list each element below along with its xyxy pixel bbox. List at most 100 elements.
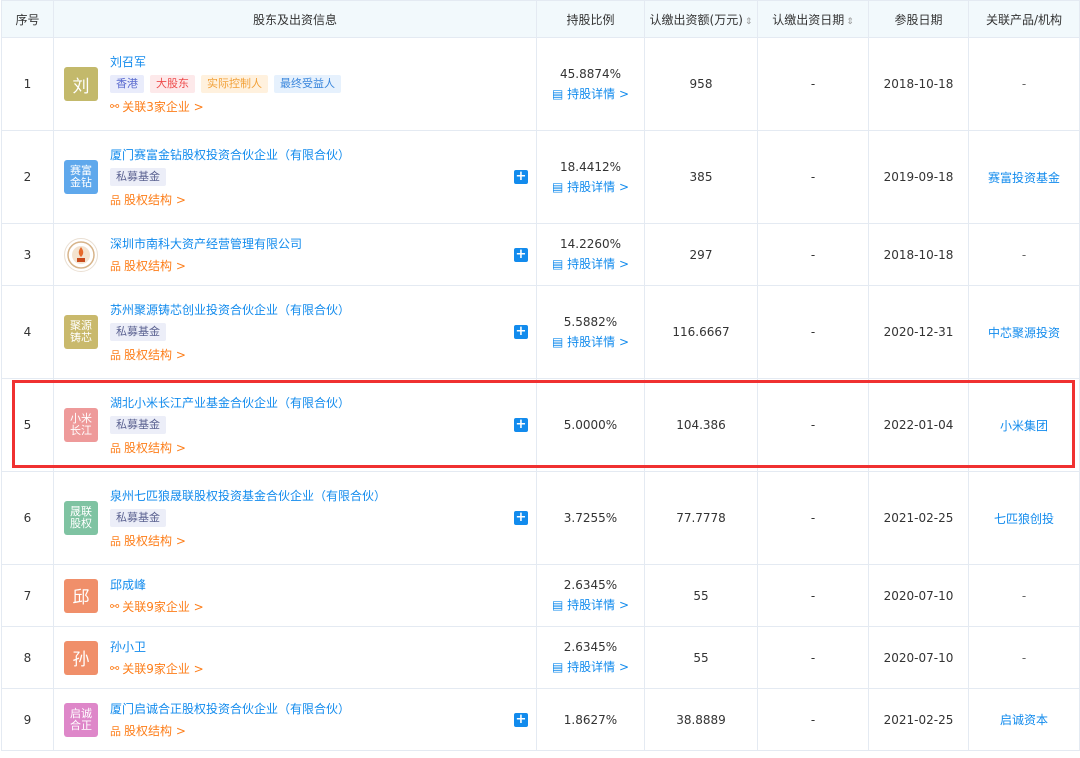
table-row: 5 小米长江 湖北小米长江产业基金合伙企业（有限合伙） 私募基金品股权结构 > +5.0…	[1, 378, 1080, 472]
holder-name-link[interactable]: 湖北小米长江产业基金合伙企业（有限合伙）	[110, 394, 350, 411]
subscribed-amount: 116.6667	[644, 285, 758, 379]
link-label: 股权结构 >	[124, 534, 186, 548]
avatar[interactable]: 刘	[64, 67, 98, 101]
sort-icon[interactable]: ⇕	[846, 17, 854, 27]
table-row: 9 启诚合正 厦门启诚合正股权投资合伙企业（有限合伙） 品股权结构 > +1.8627%…	[1, 688, 1080, 751]
related-product-cell: 启诚资本	[968, 688, 1080, 751]
sort-icon[interactable]: ⇕	[745, 17, 753, 27]
org-structure-icon: 品	[110, 724, 121, 738]
share-date: 2019-09-18	[868, 130, 969, 224]
holder-cell: 邱邱成峰 ⚯ 关联9家企业 >	[53, 564, 537, 627]
holder-tag: 香港	[110, 75, 144, 93]
percentage-cell: 3.7255%	[536, 471, 645, 565]
subscribed-amount: 77.7778	[644, 471, 758, 565]
table-row: 2 赛富金钻 厦门赛富金钻股权投资合伙企业（有限合伙） 私募基金品股权结构 > +18.…	[1, 130, 1080, 224]
percentage-cell: 5.5882% ▤ 持股详情 >	[536, 285, 645, 379]
equity-structure-link[interactable]: 品股权结构 >	[110, 191, 350, 208]
holder-name-link[interactable]: 泉州七匹狼晟联股权投资基金合伙企业（有限合伙）	[110, 487, 386, 504]
holder-name-link[interactable]: 孙小卫	[110, 638, 204, 655]
share-date: 2021-02-25	[868, 471, 969, 565]
share-percentage: 18.4412%	[559, 159, 622, 174]
link-label: 关联3家企业 >	[122, 100, 204, 114]
avatar[interactable]: 启诚合正	[64, 702, 98, 737]
subscribed-amount: 958	[644, 37, 758, 131]
holder-cell: 孙孙小卫 ⚯ 关联9家企业 >	[53, 626, 537, 689]
expand-plus-icon[interactable]: +	[514, 418, 528, 432]
holding-detail-label: 持股详情 >	[567, 179, 630, 194]
holding-detail-link[interactable]: ▤ 持股详情 >	[537, 85, 644, 102]
org-structure-icon: 品	[110, 348, 121, 362]
holder-cell: 赛富金钻 厦门赛富金钻股权投资合伙企业（有限合伙） 私募基金品股权结构 > +	[53, 130, 537, 224]
percentage-cell: 1.8627%	[536, 688, 645, 751]
holding-detail-link[interactable]: ▤ 持股详情 >	[537, 255, 644, 272]
holder-tag: 最终受益人	[274, 75, 341, 93]
tag-list: 私募基金	[110, 509, 386, 527]
avatar[interactable]: 赛富金钻	[64, 160, 98, 194]
equity-structure-link[interactable]: 品股权结构 >	[110, 257, 302, 274]
table-row: 4 聚源铸芯 苏州聚源铸芯创业投资合伙企业（有限合伙） 私募基金品股权结构 > +5.5…	[1, 285, 1080, 379]
holder-cell: 刘刘召军 香港 大股东 实际控制人 最终受益人 ⚯ 关联3家企业 >	[53, 37, 537, 131]
expand-plus-icon[interactable]: +	[514, 325, 528, 339]
avatar[interactable]: 孙	[64, 640, 98, 675]
holder-name-link[interactable]: 苏州聚源铸芯创业投资合伙企业（有限合伙）	[110, 301, 350, 318]
detail-doc-icon: ▤	[551, 257, 568, 271]
link-label: 股权结构 >	[124, 441, 186, 455]
header-amount[interactable]: 认缴出资额(万元) ⇕	[644, 0, 758, 38]
avatar[interactable]: 小米长江	[64, 408, 98, 442]
related-product-link[interactable]: 七匹狼创投	[994, 512, 1054, 526]
holder-name-link[interactable]: 深圳市南科大资产经营管理有限公司	[110, 235, 302, 252]
table-row: 8 孙孙小卫 ⚯ 关联9家企业 >2.6345% ▤ 持股详情 >55-2020-07-…	[1, 626, 1080, 689]
avatar[interactable]: 晟联股权	[64, 501, 98, 535]
related-product-link[interactable]: 启诚资本	[1000, 713, 1048, 727]
holder-cell: 深圳市南科大资产经营管理有限公司品股权结构 > +	[53, 223, 537, 286]
header-due-date[interactable]: 认缴出资日期 ⇕	[757, 0, 869, 38]
empty-value: -	[1021, 588, 1027, 603]
related-product-link[interactable]: 赛富投资基金	[988, 171, 1060, 185]
related-companies-link[interactable]: ⚯ 关联9家企业 >	[110, 660, 204, 677]
row-index: 4	[1, 285, 54, 379]
equity-structure-link[interactable]: 品股权结构 >	[110, 532, 386, 549]
related-product-link[interactable]: 中芯聚源投资	[988, 326, 1060, 340]
equity-structure-link[interactable]: 品股权结构 >	[110, 439, 350, 456]
holder-name-link[interactable]: 刘召军	[110, 53, 341, 70]
row-index: 5	[1, 378, 54, 472]
equity-structure-link[interactable]: 品股权结构 >	[110, 346, 350, 363]
org-structure-icon: 品	[110, 259, 121, 273]
holder-name-link[interactable]: 邱成峰	[110, 576, 204, 593]
holding-detail-link[interactable]: ▤ 持股详情 >	[537, 658, 644, 675]
expand-plus-icon[interactable]: +	[514, 511, 528, 525]
header-index: 序号	[1, 0, 54, 38]
subscribed-amount: 104.386	[644, 378, 758, 472]
subscribed-due-date: -	[757, 564, 869, 627]
holding-detail-link[interactable]: ▤ 持股详情 >	[537, 596, 644, 613]
holder-name-link[interactable]: 厦门启诚合正股权投资合伙企业（有限合伙）	[110, 700, 350, 717]
link-label: 股权结构 >	[124, 193, 186, 207]
detail-doc-icon: ▤	[551, 598, 568, 612]
company-logo-icon[interactable]	[64, 237, 98, 272]
holding-detail-label: 持股详情 >	[567, 257, 630, 271]
shareholder-table: 序号 股东及出资信息 持股比例 认缴出资额(万元) ⇕ 认缴出资日期 ⇕ 参股日期 …	[1, 0, 1080, 751]
holder-cell: 启诚合正 厦门启诚合正股权投资合伙企业（有限合伙） 品股权结构 > +	[53, 688, 537, 751]
share-date: 2020-07-10	[868, 626, 969, 689]
table-row: 6 晟联股权 泉州七匹狼晟联股权投资基金合伙企业（有限合伙） 私募基金品股权结构 > +…	[1, 471, 1080, 565]
equity-structure-link[interactable]: 品股权结构 >	[110, 722, 350, 739]
holder-name-link[interactable]: 厦门赛富金钻股权投资合伙企业（有限合伙）	[110, 146, 350, 163]
subscribed-amount: 55	[644, 564, 758, 627]
related-product-cell: 七匹狼创投	[968, 471, 1080, 565]
avatar[interactable]: 邱	[64, 578, 98, 613]
related-companies-link[interactable]: ⚯ 关联3家企业 >	[110, 98, 341, 115]
empty-value: -	[1021, 247, 1027, 262]
avatar[interactable]: 聚源铸芯	[64, 315, 98, 349]
row-index: 7	[1, 564, 54, 627]
expand-plus-icon[interactable]: +	[514, 712, 528, 727]
detail-doc-icon: ▤	[551, 660, 568, 674]
expand-plus-icon[interactable]: +	[514, 170, 528, 184]
tag-list: 私募基金	[110, 416, 350, 434]
holding-detail-link[interactable]: ▤ 持股详情 >	[537, 333, 644, 350]
holding-detail-link[interactable]: ▤ 持股详情 >	[537, 178, 644, 195]
share-date: 2021-02-25	[868, 688, 969, 751]
row-index: 3	[1, 223, 54, 286]
expand-plus-icon[interactable]: +	[514, 247, 528, 262]
related-product-link[interactable]: 小米集团	[1000, 419, 1048, 433]
related-companies-link[interactable]: ⚯ 关联9家企业 >	[110, 598, 204, 615]
